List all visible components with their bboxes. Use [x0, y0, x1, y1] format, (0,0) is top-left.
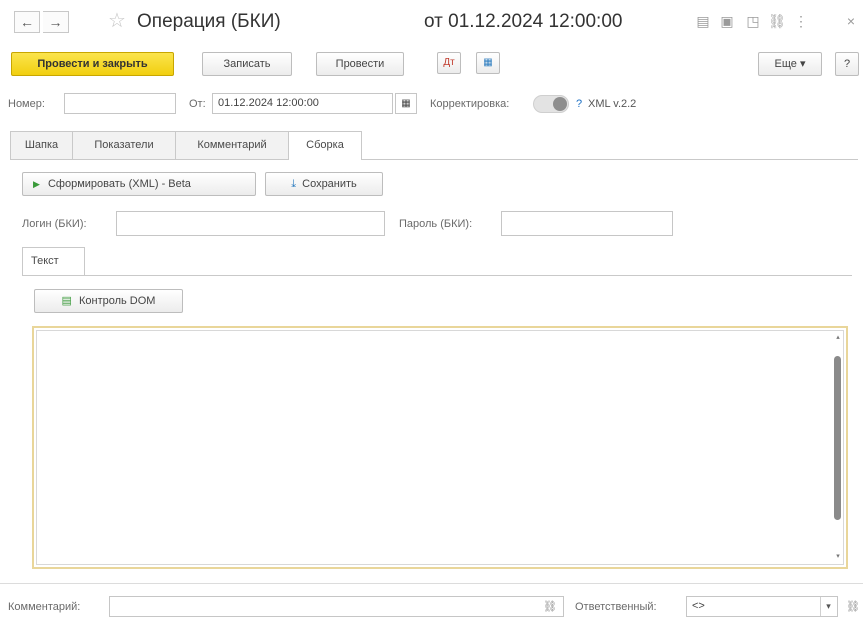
more-button[interactable]: Еще ▾: [758, 52, 822, 76]
journal-entries-icon[interactable]: Дт: [437, 52, 461, 74]
favorite-star-icon[interactable]: ☆: [108, 9, 126, 33]
number-label: Номер:: [8, 98, 45, 110]
password-input[interactable]: [501, 211, 673, 236]
report-icon[interactable]: ▤: [694, 11, 712, 31]
tab-indicators[interactable]: Показатели: [73, 131, 176, 159]
generate-xml-label: Сформировать (XML) - Beta: [47, 178, 191, 190]
scroll-thumb[interactable]: [834, 356, 841, 520]
post-and-close-button[interactable]: Провести и закрыть: [11, 52, 174, 76]
responsible-input[interactable]: <>: [686, 596, 838, 617]
document-check-icon: ▤: [61, 295, 72, 307]
login-input[interactable]: [116, 211, 385, 236]
help-mark[interactable]: ?: [576, 96, 582, 112]
toggle-knob: [553, 97, 567, 111]
correction-label: Корректировка:: [430, 98, 510, 110]
footer-separator: [0, 583, 863, 584]
print-icon[interactable]: ▣: [718, 11, 736, 31]
scrollbar[interactable]: ▴ ▾: [834, 334, 842, 561]
correction-toggle[interactable]: [533, 95, 569, 113]
link-icon[interactable]: ⛓: [768, 11, 786, 31]
comment-input[interactable]: [109, 596, 564, 617]
arrow-right-icon: →: [48, 14, 63, 30]
generate-xml-button[interactable]: ▶ Сформировать (XML) - Beta: [22, 172, 256, 196]
calendar-button[interactable]: ▦: [395, 93, 417, 114]
responsible-link-icon[interactable]: ⛓: [846, 599, 860, 615]
dom-control-label: Контроль DOM: [78, 295, 156, 307]
back-button[interactable]: ←: [14, 11, 40, 33]
dom-control-button[interactable]: ▤ Контроль DOM: [34, 289, 183, 313]
number-input[interactable]: [64, 93, 176, 114]
structure-button-icon[interactable]: ▦: [476, 52, 500, 74]
inner-tab-line: [22, 275, 852, 276]
tab-header[interactable]: Шапка: [10, 131, 73, 159]
xml-version-label: XML v.2.2: [588, 98, 637, 110]
more-label: Еще: [774, 58, 797, 70]
help-button[interactable]: ?: [835, 52, 859, 76]
save-button[interactable]: Записать: [202, 52, 292, 76]
page-title: Операция (БКИ): [137, 11, 281, 32]
xml-text-area[interactable]: ▴ ▾: [32, 326, 848, 569]
tab-comment[interactable]: Комментарий: [176, 131, 289, 159]
responsible-dropdown[interactable]: ▾: [820, 597, 836, 616]
close-icon[interactable]: ×: [842, 11, 860, 31]
calendar-icon: ▦: [401, 98, 411, 109]
tab-assembly[interactable]: Сборка: [289, 131, 362, 160]
date-input[interactable]: 01.12.2024 12:00:00: [212, 93, 393, 114]
save-file-button[interactable]: ⤓ Сохранить: [265, 172, 383, 196]
structure-icon[interactable]: ◳: [744, 11, 762, 31]
tab-text[interactable]: Текст: [22, 247, 85, 275]
download-icon: ⤓: [291, 178, 297, 190]
scroll-down-icon[interactable]: ▾: [834, 553, 842, 561]
more-vertical-icon[interactable]: ⋮: [792, 11, 810, 31]
forward-button[interactable]: →: [43, 11, 69, 33]
password-label: Пароль (БКИ):: [399, 218, 473, 230]
tab-strip-line: [10, 159, 858, 160]
login-label: Логин (БКИ):: [22, 218, 87, 230]
document-date-title: от 01.12.2024 12:00:00: [424, 11, 623, 32]
xml-text-content[interactable]: [36, 330, 844, 565]
comment-label: Комментарий:: [8, 601, 81, 613]
arrow-left-icon: ←: [20, 14, 34, 30]
chevron-down-icon: ▾: [826, 601, 831, 611]
scroll-up-icon[interactable]: ▴: [834, 334, 842, 342]
save-file-label: Сохранить: [302, 178, 357, 190]
from-label: От:: [189, 98, 206, 110]
post-button[interactable]: Провести: [316, 52, 404, 76]
responsible-label: Ответственный:: [575, 601, 657, 613]
play-icon: ▶: [33, 179, 40, 189]
chevron-down-icon: ▾: [799, 58, 806, 70]
link-field-icon[interactable]: ⛓: [543, 599, 557, 615]
